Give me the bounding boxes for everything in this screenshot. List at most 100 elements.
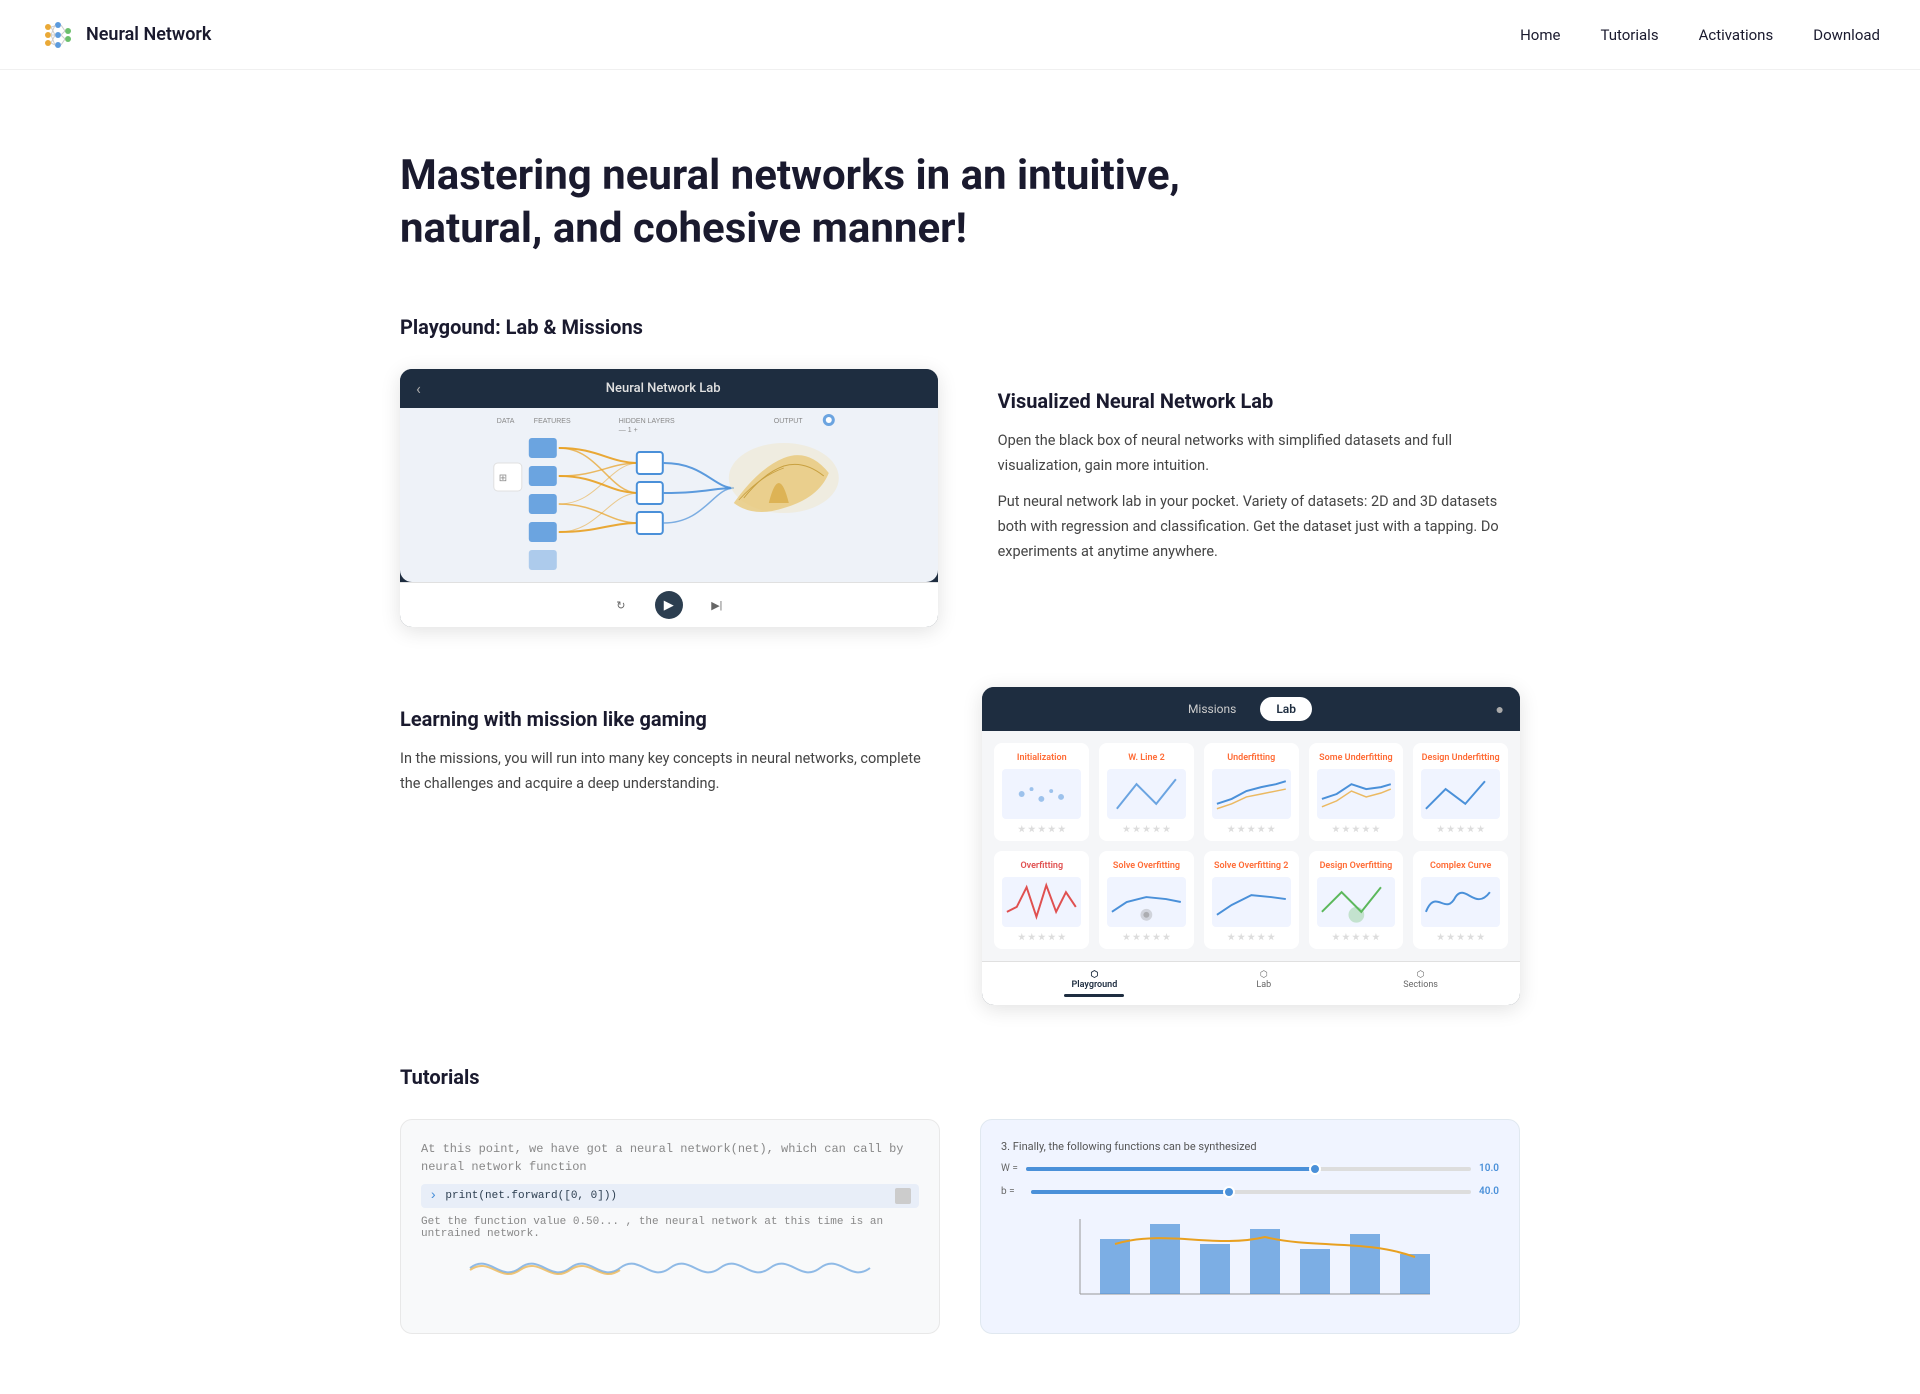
svg-text:HIDDEN LAYERS: HIDDEN LAYERS <box>619 418 675 425</box>
missions-mockup: Missions Lab ● Initialization <box>982 687 1520 1005</box>
mission-title-9: Complex Curve <box>1421 861 1500 871</box>
mission-card-design-overfitting[interactable]: Design Overfitting <box>1309 851 1404 949</box>
slider1-value: 10.0 <box>1479 1163 1499 1174</box>
lab-mockup-container: ‹ Neural Network Lab DATA FEATURES <box>400 369 938 627</box>
code-chevron-icon: › <box>429 1188 437 1204</box>
mission-stars-1 <box>1107 825 1186 833</box>
mission-title-8: Design Overfitting <box>1317 861 1396 871</box>
slider1-track[interactable] <box>1026 1167 1471 1171</box>
mission-stars-4 <box>1421 825 1500 833</box>
navbar: Neural Network Home Tutorials Activation… <box>0 0 1920 70</box>
missions-feature-text: Learning with mission like gaming In the… <box>400 687 922 796</box>
mission-chart-8 <box>1317 877 1396 927</box>
code-comment: At this point, we have got a neural netw… <box>421 1140 919 1176</box>
mission-stars-5 <box>1002 933 1081 941</box>
slider2-label: b = <box>1001 1186 1015 1197</box>
wave-visualization <box>421 1248 919 1292</box>
playback-controls: ↻ ▶ ▶| <box>400 582 938 627</box>
missions-topbar: Missions Lab ● <box>982 687 1520 731</box>
svg-text:⊞: ⊞ <box>499 473 507 484</box>
lab-feature-text: Visualized Neural Network Lab Open the b… <box>998 369 1520 564</box>
tutorials-grid: At this point, we have got a neural netw… <box>400 1119 1520 1334</box>
mission-chart-3 <box>1317 769 1396 819</box>
tutorials-section: Tutorials At this point, we have got a n… <box>400 1065 1520 1334</box>
lab-topbar: ‹ Neural Network Lab <box>400 369 938 408</box>
bottom-nav-sections[interactable]: ⬡ Sections <box>1403 970 1438 997</box>
mission-chart-7 <box>1212 877 1291 927</box>
nav-activations[interactable]: Activations <box>1699 26 1774 44</box>
chart-slider2-row: b = 40.0 <box>1001 1186 1499 1197</box>
mission-stars-0 <box>1002 825 1081 833</box>
svg-text:— 1 +: — 1 + <box>619 427 638 434</box>
mission-chart-4 <box>1421 769 1500 819</box>
playground-section-title: Playgound: Lab & Missions <box>400 315 1520 339</box>
code-tutorial-card: At this point, we have got a neural netw… <box>400 1119 940 1334</box>
svg-text:OUTPUT: OUTPUT <box>774 418 804 425</box>
next-button[interactable]: ▶| <box>703 591 731 619</box>
chart-tutorial-card: 3. Finally, the following functions can … <box>980 1119 1520 1334</box>
mission-card-underfitting[interactable]: Underfitting <box>1204 743 1299 841</box>
lab-body: DATA FEATURES HIDDEN LAYERS — 1 + OUTPUT <box>400 408 938 582</box>
mission-card-complex-curve[interactable]: Complex Curve <box>1413 851 1508 949</box>
play-button[interactable]: ▶ <box>655 591 683 619</box>
nav-download[interactable]: Download <box>1813 26 1880 44</box>
mission-chart-9 <box>1421 877 1500 927</box>
mission-stars-7 <box>1212 933 1291 941</box>
missions-feature-row: Learning with mission like gaming In the… <box>400 687 1520 1005</box>
chart-svg <box>1001 1209 1499 1309</box>
mission-title-6: Solve Overfitting <box>1107 861 1186 871</box>
missions-bottom-nav: ⬡ Playground ⬡ Lab ⬡ Sections <box>982 961 1520 1005</box>
missions-tab[interactable]: Missions <box>1172 697 1252 721</box>
lab-mockup: ‹ Neural Network Lab DATA FEATURES <box>400 369 938 627</box>
lab-feature-desc2: Put neural network lab in your pocket. V… <box>998 490 1520 564</box>
mission-title-2: Underfitting <box>1212 753 1291 763</box>
mission-title-7: Solve Overfitting 2 <box>1212 861 1291 871</box>
bottom-nav-playground[interactable]: ⬡ Playground <box>1064 970 1124 997</box>
lab-feature-desc1: Open the black box of neural networks wi… <box>998 429 1520 478</box>
mission-chart-1 <box>1107 769 1186 819</box>
hero-title: Mastering neural networks in an intuitiv… <box>400 150 1200 255</box>
lab-title-text: Neural Network Lab <box>606 381 721 396</box>
mission-chart-5 <box>1002 877 1081 927</box>
mission-card-initialization[interactable]: Initialization <box>994 743 1089 841</box>
nav-links: Home Tutorials Activations Download <box>1520 26 1880 44</box>
code-result-text: Get the function value 0.50... , the neu… <box>421 1216 919 1240</box>
code-copy-button[interactable] <box>895 1188 911 1204</box>
mission-card-solve-overfitting2[interactable]: Solve Overfitting 2 <box>1204 851 1299 949</box>
slider2-value: 40.0 <box>1479 1186 1499 1197</box>
missions-feature-heading: Learning with mission like gaming <box>400 707 922 731</box>
bottom-nav-lab[interactable]: ⬡ Lab <box>1256 970 1271 997</box>
mission-card-solve-overfitting[interactable]: Solve Overfitting <box>1099 851 1194 949</box>
missions-feature-desc: In the missions, you will run into many … <box>400 747 922 796</box>
nav-tutorials[interactable]: Tutorials <box>1600 26 1658 44</box>
missions-close-icon[interactable]: ● <box>1496 701 1504 718</box>
brand-logo-link[interactable]: Neural Network <box>40 17 211 53</box>
mission-stars-9 <box>1421 933 1500 941</box>
mission-stars-8 <box>1317 933 1396 941</box>
lab-feature-heading: Visualized Neural Network Lab <box>998 389 1520 413</box>
mission-title-5: Overfitting <box>1002 861 1081 871</box>
main-content: Mastering neural networks in an intuitiv… <box>360 70 1560 1394</box>
code-text: print(net.forward([0, 0])) <box>445 1190 617 1202</box>
slider1-label: W = <box>1001 1163 1018 1174</box>
lab-back-icon[interactable]: ‹ <box>416 379 421 398</box>
restart-button[interactable]: ↻ <box>607 591 635 619</box>
mission-chart-6 <box>1107 877 1186 927</box>
svg-text:DATA: DATA <box>497 418 515 425</box>
lab-tab[interactable]: Lab <box>1260 697 1312 721</box>
mission-title-4: Design Underfitting <box>1421 753 1500 763</box>
mission-card-wline2[interactable]: W. Line 2 <box>1099 743 1194 841</box>
brand-name-text: Neural Network <box>86 24 211 45</box>
nav-home[interactable]: Home <box>1520 26 1560 44</box>
lab-viz-svg: DATA FEATURES HIDDEN LAYERS — 1 + OUTPUT <box>400 408 938 578</box>
mission-card-overfitting[interactable]: Overfitting <box>994 851 1089 949</box>
mission-chart-2 <box>1212 769 1291 819</box>
tutorials-section-title: Tutorials <box>400 1065 1520 1089</box>
slider2-track[interactable] <box>1031 1190 1471 1194</box>
brand-logo-icon <box>40 17 76 53</box>
mission-card-some-underfitting[interactable]: Some Underfitting <box>1309 743 1404 841</box>
mission-chart-0 <box>1002 769 1081 819</box>
missions-mockup-container: Missions Lab ● Initialization <box>982 687 1520 1005</box>
mission-card-design-underfitting[interactable]: Design Underfitting <box>1413 743 1508 841</box>
code-highlight-block: › print(net.forward([0, 0])) <box>421 1184 919 1208</box>
